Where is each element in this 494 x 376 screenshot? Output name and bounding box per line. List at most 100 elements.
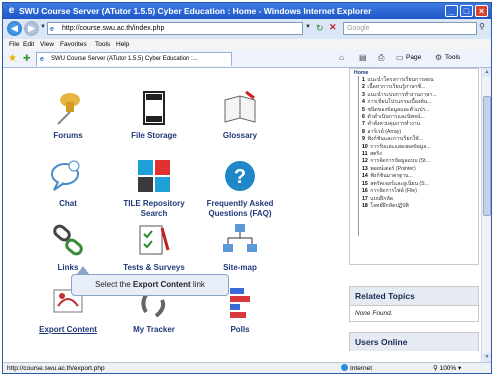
nav-item[interactable]: 15 สตรัคเจอร์และยูเนียน (S...	[362, 181, 437, 188]
favorites-bar: ★ ✚ e SWU Course Server (ATutor 1.5.5) C…	[3, 50, 491, 68]
feeds-icon[interactable]: ▤	[359, 53, 367, 62]
nav-item[interactable]: 10 การรับและแสดงผลข้อมูล...	[362, 144, 437, 151]
internet-explorer-icon: e	[8, 5, 15, 16]
tool-label: My Tracker	[133, 325, 175, 334]
callout-pointer	[77, 266, 89, 274]
nav-item[interactable]: 17 แบบฝึกหัด	[362, 196, 437, 203]
scroll-thumb[interactable]	[483, 96, 491, 216]
search-input[interactable]: Google	[343, 22, 477, 35]
menu-view[interactable]: View	[40, 39, 54, 50]
close-button[interactable]: ×	[475, 5, 488, 17]
instruction-callout: Select the Export Content link	[71, 274, 229, 296]
tool-label: Chat	[59, 199, 77, 208]
maximize-button[interactable]: □	[460, 5, 473, 17]
favorites-star-icon[interactable]: ★	[8, 53, 17, 64]
tile-repository-icon	[134, 156, 174, 196]
vertical-scrollbar[interactable]: ▲ ▼	[481, 68, 491, 362]
related-topics-panel: Related Topics None Found.	[349, 286, 479, 322]
chat-bubble-icon	[48, 156, 88, 196]
nav-item[interactable]: 5 ชนิดของข้อมูลและตัวแปร...	[362, 107, 437, 114]
minimize-button[interactable]: _	[445, 5, 458, 17]
browser-window: e SWU Course Server (ATutor 1.5.5) Cyber…	[2, 2, 492, 374]
tool-links[interactable]: Links	[23, 220, 113, 273]
menu-tools[interactable]: Tools	[95, 39, 110, 50]
tab-current[interactable]: e SWU Course Server (ATutor 1.5.5) Cyber…	[36, 52, 232, 66]
sitemap-icon	[220, 220, 260, 260]
content-navigation-tree: Home 1 แนะนำโครงการเรียนการสอน 2 เนื้อหา…	[349, 68, 479, 265]
page-menu-icon[interactable]: ▭	[396, 53, 404, 62]
refresh-icon[interactable]: ↻	[316, 23, 324, 34]
tool-faq[interactable]: ? Frequently Asked Questions (FAQ)	[195, 156, 285, 219]
tools-gear-icon[interactable]: ⚙	[435, 53, 442, 62]
menu-help[interactable]: Help	[116, 39, 129, 50]
nav-list: 1 แนะนำโครงการเรียนการสอน 2 เนื้อหาการเร…	[362, 77, 437, 210]
glossary-book-icon	[220, 88, 260, 128]
window-title: SWU Course Server (ATutor 1.5.5) Cyber E…	[19, 6, 372, 16]
nav-item[interactable]: 12 การจัดการข้อมูลแบบ (St...	[362, 158, 437, 165]
tree-line	[358, 76, 359, 236]
tool-file-storage[interactable]: File Storage	[109, 88, 199, 141]
users-online-title: Users Online	[350, 333, 478, 351]
callout-prefix: Select the	[95, 280, 133, 289]
tool-glossary[interactable]: Glossary	[195, 88, 285, 141]
nav-item[interactable]: 14 ฟังก์ชันมาตรฐาน...	[362, 173, 437, 180]
tool-site-map[interactable]: Site-map	[195, 220, 285, 273]
address-dropdown-icon[interactable]: ▼	[305, 24, 311, 30]
tool-label: Links	[57, 263, 79, 272]
users-online-panel: Users Online	[349, 332, 479, 351]
svg-text:?: ?	[234, 166, 246, 188]
address-text: http://course.swu.ac.th/index.php	[62, 25, 165, 32]
callout-highlight: Export Content	[132, 280, 191, 289]
menu-file[interactable]: File	[9, 39, 19, 50]
chain-links-icon	[48, 220, 88, 260]
globe-icon	[341, 364, 348, 371]
tool-tests-surveys[interactable]: Tests & Surveys	[109, 220, 199, 273]
tool-chat[interactable]: Chat	[23, 156, 113, 209]
search-icon[interactable]: ⚲	[479, 22, 485, 31]
file-storage-icon	[134, 88, 174, 128]
title-bar: e SWU Course Server (ATutor 1.5.5) Cyber…	[3, 3, 491, 19]
tests-surveys-icon	[134, 220, 174, 260]
menu-edit[interactable]: Edit	[23, 39, 34, 50]
scroll-up-icon[interactable]: ▲	[483, 68, 491, 77]
tool-forums[interactable]: Forums	[23, 88, 113, 141]
sidebar: Home 1 แนะนำโครงการเรียนการสอน 2 เนื้อหา…	[349, 68, 481, 362]
tool-label: Frequently Asked Questions (FAQ)	[206, 199, 274, 218]
page-icon: e	[50, 26, 54, 33]
tab-label: SWU Course Server (ATutor 1.5.5) Cyber E…	[51, 56, 198, 62]
tool-label: Glossary	[222, 131, 258, 140]
tool-label: TILE Repository Search	[123, 199, 185, 218]
forward-button[interactable]: ▶	[24, 21, 39, 36]
nav-item[interactable]: 18 โจทย์ฝึกหัดปฏิบัติ	[362, 203, 437, 210]
callout-suffix: link	[190, 280, 205, 289]
tab-page-icon: e	[40, 56, 44, 63]
history-dropdown-icon[interactable]: ▼	[40, 24, 46, 30]
page-menu[interactable]: Page	[406, 54, 421, 61]
address-toolbar: ◀ ▶ ▼ e http://course.swu.ac.th/index.ph…	[3, 19, 491, 39]
menu-favorites[interactable]: Favorites	[60, 39, 87, 50]
home-icon[interactable]: ⌂	[339, 53, 344, 62]
nav-item[interactable]: 16 การจัดการไฟล์ (File)	[362, 188, 437, 195]
back-button[interactable]: ◀	[7, 21, 22, 36]
stop-icon[interactable]: ✕	[329, 22, 337, 33]
tool-label: Site-map	[223, 263, 257, 272]
nav-item[interactable]: 4 การเขียนโปรแกรมเบื้องต้น...	[362, 99, 437, 106]
nav-item[interactable]: 9 ฟังก์ชันและการเรียกใช้...	[362, 136, 437, 143]
status-bar: http://course.swu.ac.th/export.php Inter…	[3, 362, 491, 373]
status-url: http://course.swu.ac.th/export.php	[7, 365, 105, 372]
nav-item[interactable]: 7 คำสั่งควบคุมการทำงาน	[362, 121, 437, 128]
add-favorite-icon[interactable]: ✚	[23, 53, 31, 64]
tools-menu[interactable]: Tools	[445, 54, 460, 61]
tool-label: Forums	[53, 131, 83, 140]
search-placeholder: Google	[347, 25, 370, 32]
tool-label: Polls	[230, 325, 250, 334]
menu-bar: File Edit View Favorites Tools Help	[3, 39, 491, 50]
nav-item[interactable]: 2 เนื้อหาการเรียนรู้ภาษาซี...	[362, 84, 437, 91]
scroll-down-icon[interactable]: ▼	[483, 353, 491, 362]
security-zone: Internet	[341, 363, 372, 373]
tool-label: Tests & Surveys	[123, 263, 185, 272]
zoom-level[interactable]: ⚲ 100% ▾	[433, 363, 461, 373]
tool-tile-repository[interactable]: TILE Repository Search	[109, 156, 199, 219]
print-icon[interactable]: ⎙	[378, 53, 384, 63]
address-input[interactable]: e http://course.swu.ac.th/index.php	[47, 22, 303, 35]
